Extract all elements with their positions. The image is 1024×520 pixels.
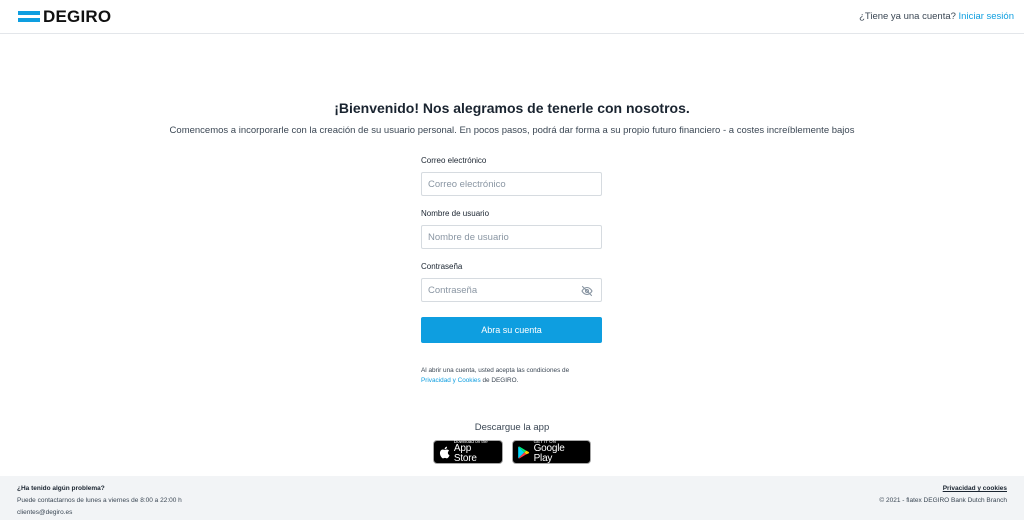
store-badges: Download on the App Store GET IT ON Goog… (433, 439, 591, 465)
page-title: ¡Bienvenido! Nos alegramos de tenerle co… (334, 100, 690, 116)
privacy-cookies-link[interactable]: Privacidad y Cookies (421, 377, 481, 384)
footer-contact: ¿Ha tenido algún problema? Puede contact… (17, 485, 182, 520)
footer-contact-hours: Puede contactarnos de lunes a viernes de… (17, 497, 182, 504)
download-app-title: Descargue la app (474, 422, 550, 433)
password-label: Contraseña (421, 262, 463, 271)
header: DEGIRO ¿Tiene ya una cuenta? Iniciar ses… (0, 0, 1024, 34)
main-content: ¡Bienvenido! Nos alegramos de tenerle co… (0, 34, 1024, 476)
footer: ¿Ha tenido algún problema? Puede contact… (0, 476, 1024, 520)
login-link[interactable]: Iniciar sesión (959, 11, 1014, 22)
eye-slash-icon[interactable] (581, 285, 593, 297)
username-field[interactable] (422, 226, 601, 248)
app-store-badge[interactable]: Download on the App Store (433, 439, 503, 465)
app-store-text: Download on the App Store (453, 439, 496, 465)
degiro-logo-icon (18, 11, 40, 22)
username-label: Nombre de usuario (421, 209, 490, 218)
account-question: ¿Tiene ya una cuenta? (859, 11, 956, 22)
open-account-button[interactable]: Abra su cuenta (421, 317, 602, 343)
terms-suffix: de DEGIRO. (482, 377, 519, 384)
terms-notice: Al abrir una cuenta, usted acepta las co… (421, 366, 602, 386)
google-play-icon (518, 446, 530, 458)
header-login-prompt: ¿Tiene ya una cuenta? Iniciar sesión (859, 11, 1014, 22)
page-subtitle: Comencemos a incorporarle con la creació… (169, 125, 855, 136)
degiro-logo[interactable]: DEGIRO (18, 7, 111, 27)
email-label: Correo electrónico (421, 156, 487, 165)
google-play-badge[interactable]: GET IT ON Google Play (512, 439, 591, 465)
email-field[interactable] (422, 173, 601, 195)
password-field[interactable] (422, 279, 601, 301)
google-play-big-text: Google Play (533, 443, 565, 465)
footer-privacy-link[interactable]: Privacidad y cookies (943, 485, 1007, 492)
terms-text: Al abrir una cuenta, usted acepta las co… (421, 367, 570, 374)
logo-text: DEGIRO (43, 6, 112, 26)
email-field-wrapper (421, 172, 602, 196)
footer-email[interactable]: clientes@degiro.es (17, 509, 182, 520)
app-store-big-text: App Store (453, 443, 477, 465)
password-field-wrapper (421, 278, 602, 302)
footer-copyright: © 2021 - flatex DEGIRO Bank Dutch Branch (879, 497, 1007, 504)
apple-icon (439, 446, 450, 458)
signup-form: Correo electrónico Nombre de usuario Con… (421, 156, 602, 386)
footer-problem-title: ¿Ha tenido algún problema? (17, 485, 105, 492)
footer-legal: Privacidad y cookies © 2021 - flatex DEG… (879, 485, 1007, 509)
username-field-wrapper (421, 225, 602, 249)
google-play-text: GET IT ON Google Play (533, 439, 584, 465)
